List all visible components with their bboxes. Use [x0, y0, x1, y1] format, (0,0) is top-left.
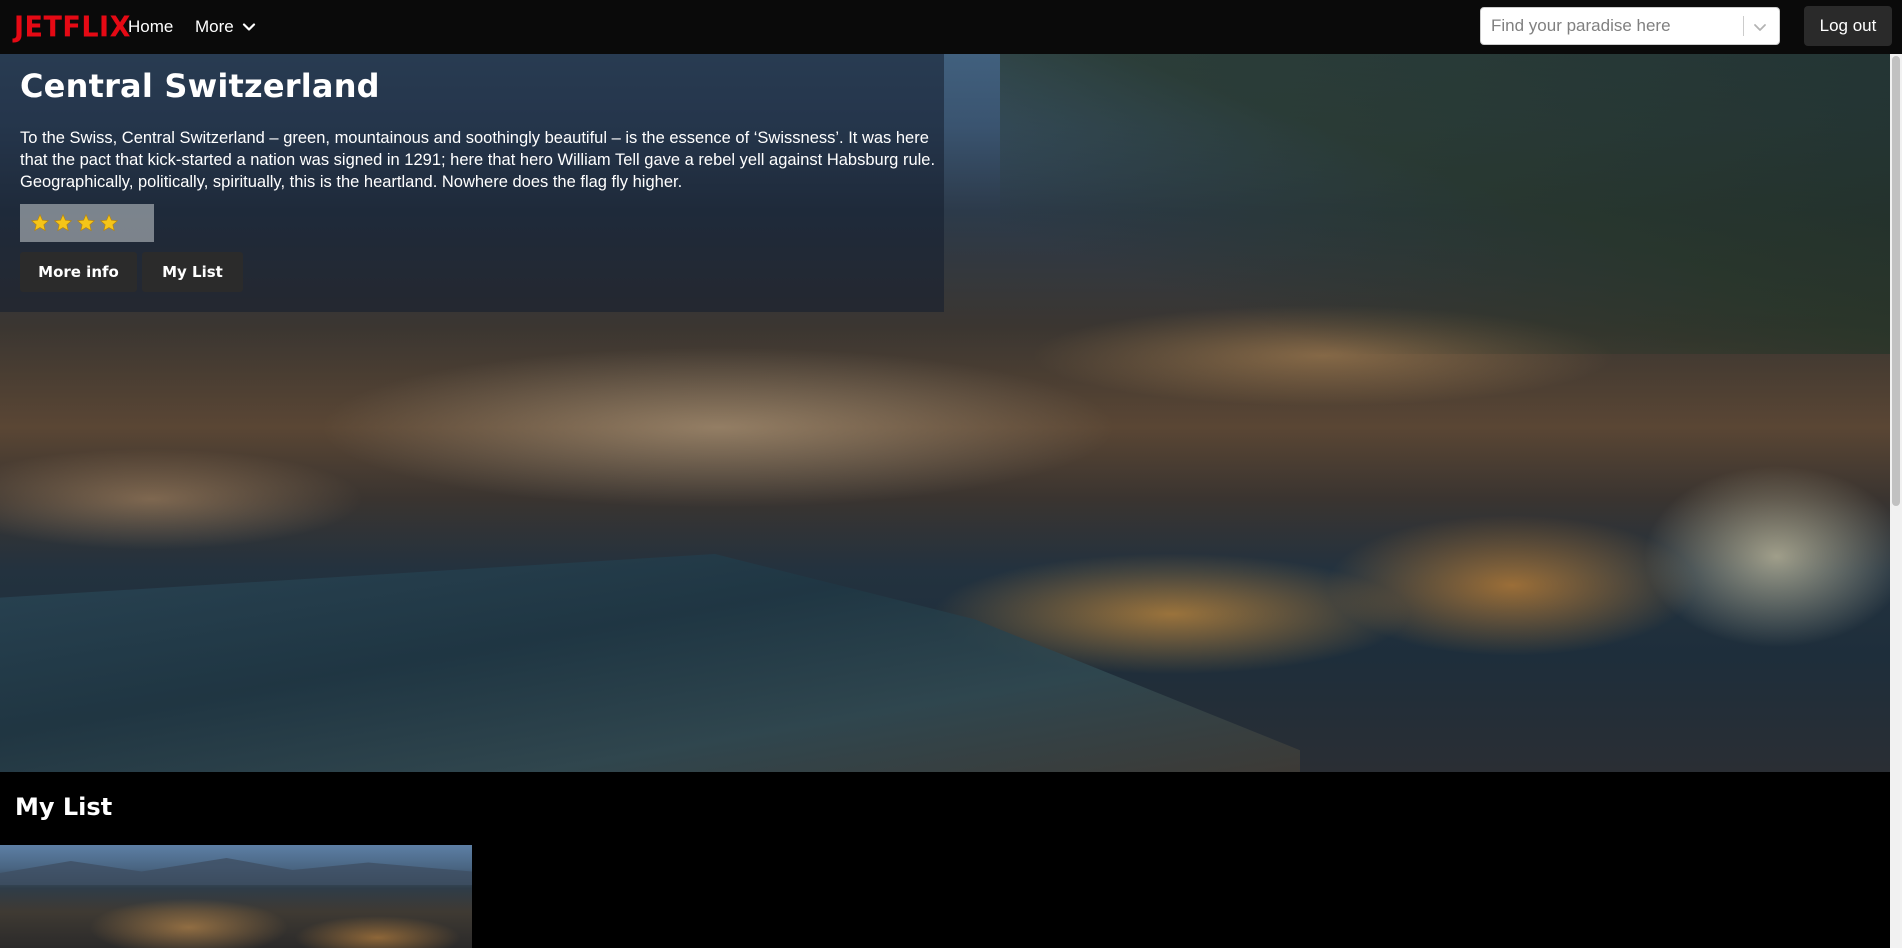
thumbnail-mountains: [0, 858, 472, 885]
star-empty-icon: [122, 213, 142, 233]
page-scrollbar[interactable]: [1890, 54, 1902, 948]
star-rating: [20, 204, 154, 242]
nav-more-label: More: [195, 17, 234, 36]
my-list-section-title: My List: [15, 793, 113, 821]
search-select[interactable]: [1480, 7, 1780, 45]
chevron-down-icon: [242, 23, 255, 31]
hero-title: Central Switzerland: [20, 67, 380, 105]
top-navbar: JETFLIX Home More Log out: [0, 0, 1902, 54]
star-filled-icon: [76, 213, 96, 232]
hero-background-river: [0, 554, 1300, 772]
jetflix-logo[interactable]: JETFLIX: [14, 11, 131, 44]
star-filled-icon: [99, 213, 119, 232]
chevron-down-icon[interactable]: [1750, 17, 1770, 37]
nav-home-link[interactable]: Home: [128, 17, 173, 37]
add-to-my-list-button[interactable]: My List: [142, 252, 243, 292]
star-filled-icon: [53, 213, 73, 232]
scrollbar-thumb[interactable]: [1892, 56, 1900, 506]
hero-description: To the Swiss, Central Switzerland – gree…: [20, 129, 936, 191]
hero-banner: Central Switzerland To the Swiss, Centra…: [0, 54, 1890, 772]
star-filled-icon: [30, 213, 50, 232]
logout-button[interactable]: Log out: [1804, 6, 1892, 46]
hero-background-hill: [1000, 54, 1890, 354]
my-list-item-thumbnail[interactable]: [0, 845, 472, 948]
hero-info-panel: Central Switzerland To the Swiss, Centra…: [0, 54, 944, 312]
search-input[interactable]: [1481, 8, 1743, 44]
search-separator: [1743, 16, 1744, 36]
nav-more-dropdown[interactable]: More: [195, 17, 256, 37]
more-info-button[interactable]: More info: [20, 252, 137, 292]
